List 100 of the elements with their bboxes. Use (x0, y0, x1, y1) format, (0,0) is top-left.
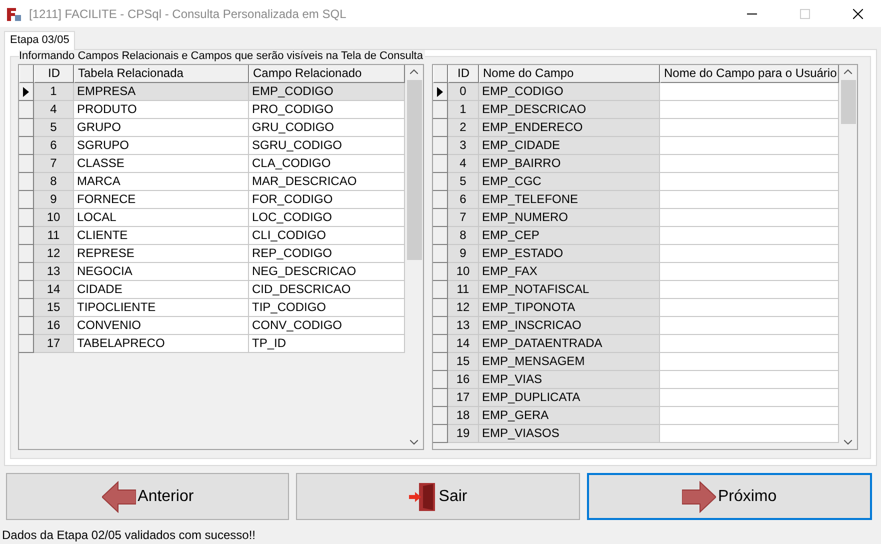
table-cell: FOR_CODIGO (249, 191, 405, 209)
table-cell: 2 (448, 119, 479, 137)
table-cell: 17 (34, 335, 74, 353)
table-cell: EMP_BAIRRO (479, 155, 660, 173)
table-cell: CONVENIO (74, 317, 249, 335)
table-cell: 14 (448, 335, 479, 353)
table-cell: REPRESE (74, 245, 249, 263)
table-cell: CLA_CODIGO (249, 155, 405, 173)
table-cell: NEG_DESCRICAO (249, 263, 405, 281)
scroll-down-icon[interactable] (844, 440, 852, 445)
table-cell: 17 (448, 389, 479, 407)
table-cell: SGRU_CODIGO (249, 137, 405, 155)
table-cell: 4 (34, 101, 74, 119)
table-cell: GRUPO (74, 119, 249, 137)
table-cell: 15 (34, 299, 74, 317)
table-cell: 10 (448, 263, 479, 281)
table-cell: EMP_NOTAFISCAL (479, 281, 660, 299)
table-cell: EMP_CODIGO (249, 83, 405, 101)
scroll-thumb[interactable] (840, 80, 856, 124)
column-header[interactable]: ID (448, 65, 479, 83)
table-cell: 12 (34, 245, 74, 263)
table-cell: EMP_VIAS (479, 371, 660, 389)
row-indicator[interactable] (19, 83, 34, 101)
scroll-down-icon[interactable] (410, 440, 418, 445)
column-header[interactable]: Nome do Campo para o Usuário (660, 65, 839, 83)
table-cell: CIDADE (74, 281, 249, 299)
table-cell: 5 (34, 119, 74, 137)
table-cell: 8 (448, 227, 479, 245)
table-cell: EMP_CODIGO (479, 83, 660, 101)
column-header[interactable]: Campo Relacionado (249, 65, 405, 83)
table-cell: EMP_NUMERO (479, 209, 660, 227)
nav-button[interactable]: Sair (296, 473, 580, 520)
table-cell: EMP_DESCRICAO (479, 101, 660, 119)
scroll-thumb[interactable] (406, 80, 422, 260)
table-cell: EMP_FAX (479, 263, 660, 281)
table-cell: TIPOCLIENTE (74, 299, 249, 317)
status-text: Dados da Etapa 02/05 validados com sucesso!! (1, 528, 256, 542)
table-cell: EMP_VIASOS (479, 425, 660, 443)
table-cell: 9 (34, 191, 74, 209)
left-arrow-icon (102, 480, 136, 512)
table-cell: EMP_INSCRICAO (479, 317, 660, 335)
door-icon (408, 482, 437, 512)
table-cell: 8 (34, 173, 74, 191)
table-cell: CLIENTE (74, 227, 249, 245)
table-cell: EMP_CGC (479, 173, 660, 191)
table-cell: 11 (34, 227, 74, 245)
table-cell: 19 (448, 425, 479, 443)
table-cell: FORNECE (74, 191, 249, 209)
table-cell: EMP_ESTADO (479, 245, 660, 263)
table-cell: 1 (34, 83, 74, 101)
table-cell: LOCAL (74, 209, 249, 227)
table-cell: EMPRESA (74, 83, 249, 101)
table-cell: TIP_CODIGO (249, 299, 405, 317)
table-cell: EMP_DUPLICATA (479, 389, 660, 407)
table-cell: SGRUPO (74, 137, 249, 155)
table-cell: GRU_CODIGO (249, 119, 405, 137)
table-cell: EMP_MENSAGEM (479, 353, 660, 371)
table-cell: EMP_ENDERECO (479, 119, 660, 137)
table-cell: 16 (448, 371, 479, 389)
table-cell: CLI_CODIGO (249, 227, 405, 245)
right-arrow-icon (682, 480, 716, 512)
nav-button[interactable]: Anterior (6, 473, 290, 520)
table-cell: 14 (34, 281, 74, 299)
table-cell: CID_DESCRICAO (249, 281, 405, 299)
table-cell: EMP_DATAENTRADA (479, 335, 660, 353)
table-cell: 12 (448, 299, 479, 317)
table-cell: REP_CODIGO (249, 245, 405, 263)
table-cell: 6 (34, 137, 74, 155)
tab[interactable]: Etapa 03/05 (4, 31, 76, 50)
table-cell: NEGOCIA (74, 263, 249, 281)
table-cell: TP_ID (249, 335, 405, 353)
table-cell: 5 (448, 173, 479, 191)
scroll-up-icon[interactable] (410, 69, 418, 74)
column-header[interactable]: Tabela Relacionada (74, 65, 249, 83)
row-indicator[interactable] (433, 83, 448, 101)
column-header[interactable]: Nome do Campo (479, 65, 660, 83)
table-cell: 3 (448, 137, 479, 155)
table-cell: CONV_CODIGO (249, 317, 405, 335)
current-row-icon (437, 86, 443, 96)
table-cell: CLASSE (74, 155, 249, 173)
table-cell: 7 (34, 155, 74, 173)
table-cell: 13 (34, 263, 74, 281)
table-cell: TABELAPRECO (74, 335, 249, 353)
close-icon[interactable] (853, 8, 863, 18)
table-cell: 11 (448, 281, 479, 299)
table-cell: 13 (448, 317, 479, 335)
table-cell: EMP_GERA (479, 407, 660, 425)
table-cell: 4 (448, 155, 479, 173)
nav-button[interactable]: Próximo (586, 473, 872, 520)
table-cell: EMP_CIDADE (479, 137, 660, 155)
table-cell: 16 (34, 317, 74, 335)
scroll-up-icon[interactable] (844, 69, 852, 74)
table-cell: 10 (34, 209, 74, 227)
table-cell: 7 (448, 209, 479, 227)
column-header[interactable]: ID (34, 65, 74, 83)
app-icon (6, 6, 22, 22)
table-cell: MARCA (74, 173, 249, 191)
table-cell: EMP_TIPONOTA (479, 299, 660, 317)
table-cell: PRO_CODIGO (249, 101, 405, 119)
window-title: [1211] FACILITE - CPSql - Consulta Personalizada em SQL (29, 6, 346, 20)
